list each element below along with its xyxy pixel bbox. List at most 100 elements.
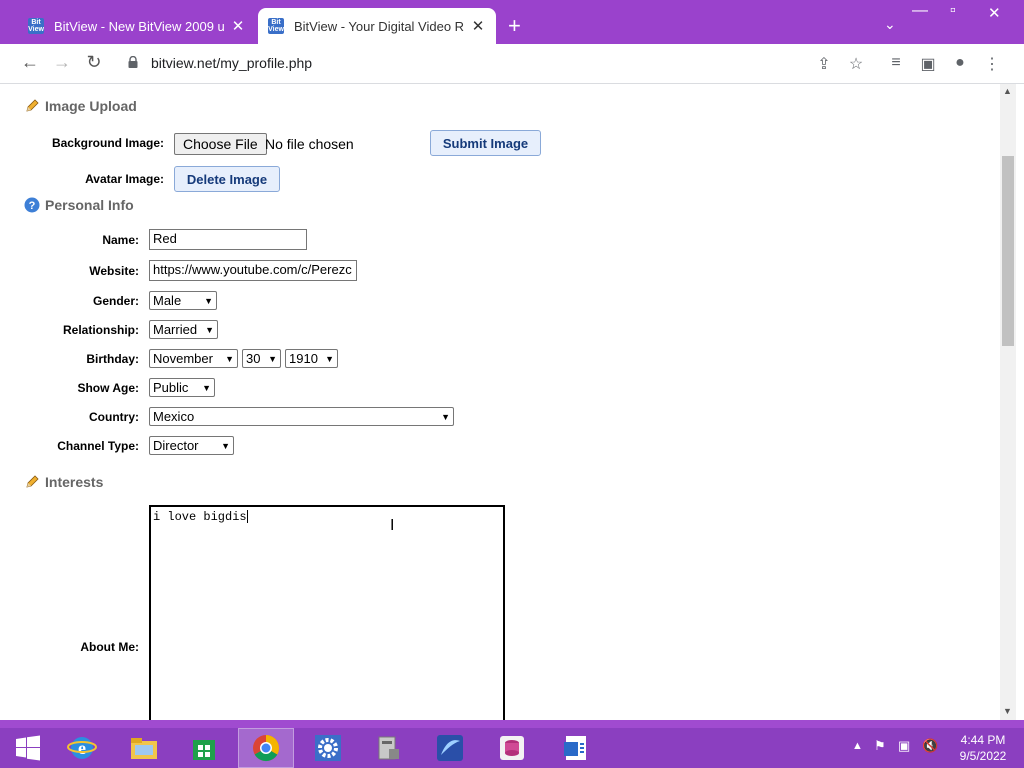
pencil-icon (26, 475, 39, 488)
reload-icon[interactable]: ↻ (82, 52, 106, 73)
selected-value: Mexico (153, 409, 195, 424)
clock-date: 9/5/2022 (959, 749, 1007, 763)
section-title: Interests (45, 474, 104, 490)
windows-logo-icon (16, 735, 40, 761)
image-upload-heading: Image Upload (24, 98, 137, 114)
birth-year-select[interactable]: 1910 ▼ (285, 349, 338, 368)
relationship-select[interactable]: Married ▼ (149, 320, 218, 339)
app-swoosh-icon[interactable] (422, 728, 478, 768)
birthday-label: Birthday: (86, 352, 139, 366)
section-title: Image Upload (45, 98, 137, 114)
about-me-label: About Me: (80, 640, 139, 654)
bitview-favicon-icon: Bit View (268, 18, 284, 34)
pencil-icon (26, 99, 39, 112)
birth-day-select[interactable]: 30 ▼ (242, 349, 281, 368)
channel-type-select[interactable]: Director ▼ (149, 436, 234, 455)
tab-title: BitView - Your Digital Video Repo (294, 18, 464, 34)
delete-image-button[interactable]: Delete Image (174, 166, 280, 192)
channel-type-label: Channel Type: (57, 439, 139, 453)
country-select[interactable]: Mexico ▼ (149, 407, 454, 426)
scrollbar-thumb[interactable] (1002, 156, 1014, 346)
website-input[interactable]: https://www.youtube.com/c/Perezc (149, 260, 357, 281)
tab-bitview-upgrade[interactable]: BitView BitView - New BitView 2009 upgr … (18, 8, 256, 44)
show-hidden-icons-icon[interactable]: ▲ (852, 740, 863, 752)
relationship-label: Relationship: (62, 323, 139, 337)
store-icon[interactable] (176, 728, 232, 768)
chevron-down-icon: ▼ (268, 353, 277, 364)
submit-image-button[interactable]: Submit Image (430, 130, 541, 156)
media-control-icon[interactable]: ≡ (886, 54, 906, 72)
browser-toolbar: ← → ↻ bitview.net/my_profile.php ⇪ ☆ ≡ ▣… (0, 44, 1024, 84)
action-center-flag-icon[interactable]: ⚑ (874, 738, 886, 754)
text-cursor (246, 510, 248, 524)
file-explorer-icon[interactable] (116, 728, 172, 768)
selected-value: Director (153, 438, 199, 453)
forward-arrow-icon[interactable]: → (50, 52, 74, 73)
database-app-icon[interactable] (484, 728, 540, 768)
bitview-favicon-icon: Bit View (28, 18, 44, 34)
birth-month-select[interactable]: November ▼ (149, 349, 238, 368)
scroll-up-icon[interactable]: ▲ (1003, 86, 1012, 96)
lock-icon[interactable] (128, 56, 138, 68)
settings-gear-icon[interactable] (300, 728, 356, 768)
file-status-text: No file chosen (265, 136, 354, 152)
show-age-select[interactable]: Public ▼ (149, 378, 215, 397)
side-panel-icon[interactable]: ▣ (918, 54, 938, 74)
internet-explorer-icon[interactable]: e (54, 728, 110, 768)
page-scrollbar[interactable]: ▲ ▼ (1000, 84, 1016, 720)
tab-search-chevron-icon[interactable]: ⌄ (884, 16, 896, 33)
clock-time: 4:44 PM (960, 733, 1006, 747)
chevron-down-icon: ▼ (202, 382, 211, 393)
maximize-icon[interactable]: ▫ (950, 2, 956, 20)
chevron-down-icon: ▼ (441, 411, 450, 422)
chevron-down-icon: ▼ (325, 353, 334, 364)
address-bar[interactable]: bitview.net/my_profile.php (151, 55, 312, 71)
website-label: Website: (89, 264, 139, 278)
start-button[interactable] (0, 728, 56, 768)
gender-select[interactable]: Male ▼ (149, 291, 217, 310)
interests-heading: Interests (24, 474, 103, 490)
name-input[interactable]: Red (149, 229, 307, 250)
selected-value: 1910 (289, 351, 318, 366)
network-icon[interactable]: ▣ (898, 738, 910, 754)
country-label: Country: (89, 410, 139, 424)
chrome-icon[interactable] (238, 728, 294, 768)
selected-value: Public (153, 380, 189, 395)
tab-bitview-repository[interactable]: BitView BitView - Your Digital Video Rep… (258, 8, 496, 44)
selected-value: November (153, 351, 213, 366)
computer-drive-icon[interactable] (360, 728, 416, 768)
close-tab-icon[interactable]: ✕ (470, 17, 486, 35)
share-icon[interactable]: ⇪ (814, 54, 834, 74)
writer-document-icon[interactable] (548, 728, 604, 768)
chevron-down-icon: ▼ (225, 353, 234, 364)
close-tab-icon[interactable]: ✕ (230, 17, 246, 35)
choose-file-button[interactable]: Choose File (174, 133, 267, 155)
chevron-down-icon: ▼ (221, 440, 230, 451)
help-circle-icon: ? (24, 197, 40, 213)
window-close-icon[interactable]: ✕ (988, 4, 1001, 22)
more-menu-icon[interactable]: ⋮ (982, 54, 1002, 74)
chevron-down-icon: ▼ (205, 324, 214, 335)
background-image-label: Background Image: (51, 136, 164, 150)
volume-muted-icon[interactable]: 🔇 (922, 738, 938, 754)
system-clock[interactable]: 4:44 PM 9/5/2022 (950, 732, 1016, 764)
section-title: Personal Info (45, 197, 134, 213)
selected-value: Married (153, 322, 198, 337)
chevron-down-icon: ▼ (204, 295, 213, 306)
selected-value: Male (153, 293, 182, 308)
svg-text:?: ? (29, 200, 36, 212)
window-edge (1016, 84, 1024, 720)
profile-avatar-icon[interactable]: ● (950, 54, 970, 72)
gender-label: Gender: (92, 294, 139, 308)
bookmark-star-icon[interactable]: ☆ (846, 54, 866, 74)
about-me-textarea[interactable]: i love bigdis (149, 505, 505, 720)
about-me-text: i love bigdis (153, 510, 247, 524)
tab-title: BitView - New BitView 2009 upgr (54, 18, 224, 34)
ibeam-cursor-icon: I (390, 517, 395, 534)
scroll-down-icon[interactable]: ▼ (1003, 706, 1012, 716)
avatar-image-label: Avatar Image: (85, 172, 164, 186)
back-arrow-icon[interactable]: ← (18, 52, 42, 73)
new-tab-button[interactable]: + (508, 14, 521, 38)
minimize-icon[interactable]: — (912, 2, 928, 20)
personal-info-heading: ? Personal Info (24, 197, 134, 213)
